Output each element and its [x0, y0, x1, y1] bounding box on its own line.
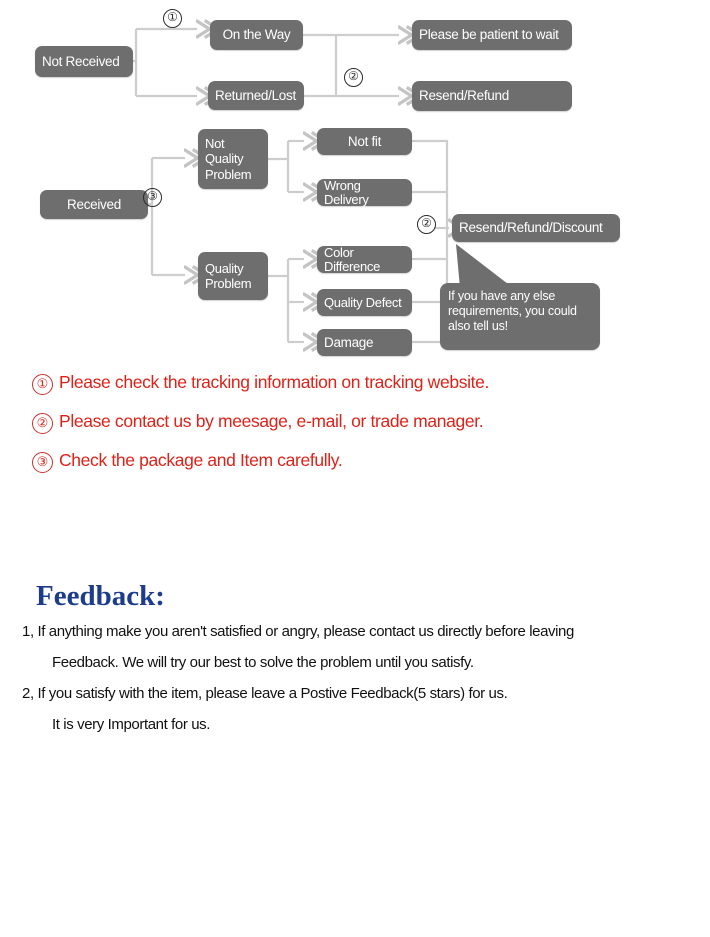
- node-quality-problem[interactable]: Quality Problem: [198, 252, 268, 300]
- feedback-section: Feedback: 1, If anything make you aren't…: [0, 580, 710, 747]
- feedback-line-2: Feedback. We will try our best to solve …: [52, 654, 474, 671]
- note-text-2: Please contact us by meesage, e-mail, or…: [59, 411, 484, 431]
- extra-requirements-bubble: If you have any else requirements, you c…: [440, 283, 600, 350]
- note-text-1: Please check the tracking information on…: [59, 372, 490, 392]
- step-marker-3: ③: [143, 188, 162, 207]
- node-color-difference[interactable]: Color Difference: [317, 246, 412, 273]
- feedback-line-3: 2, If you satisfy with the item, please …: [22, 685, 508, 702]
- note-number-2: ②: [32, 413, 53, 434]
- node-not-quality-problem[interactable]: Not Quality Problem: [198, 129, 268, 189]
- node-on-the-way[interactable]: On the Way: [210, 20, 303, 50]
- note-item: ③ Check the package and Item carefully.: [0, 450, 710, 473]
- step-marker-2-top: ②: [344, 68, 363, 87]
- flowchart: Not Received On the Way Returned/Lost Pl…: [0, 0, 710, 370]
- step-marker-2-bottom: ②: [417, 215, 436, 234]
- feedback-line-4: It is very Important for us.: [52, 716, 211, 733]
- feedback-title: Feedback:: [36, 580, 165, 612]
- node-resend-refund[interactable]: Resend/Refund: [412, 81, 572, 111]
- note-number-1: ①: [32, 374, 53, 395]
- node-received[interactable]: Received: [40, 190, 148, 219]
- note-item: ① Please check the tracking information …: [0, 372, 710, 395]
- note-item: ② Please contact us by meesage, e-mail, …: [0, 411, 710, 434]
- feedback-line-1: 1, If anything make you aren't satisfied…: [22, 623, 574, 640]
- node-damage[interactable]: Damage: [317, 329, 412, 356]
- numbered-notes: ① Please check the tracking information …: [0, 372, 710, 489]
- node-returned-lost[interactable]: Returned/Lost: [208, 81, 304, 110]
- step-marker-1: ①: [163, 9, 182, 28]
- node-wrong-delivery[interactable]: Wrong Delivery: [317, 179, 412, 206]
- node-not-received[interactable]: Not Received: [35, 46, 133, 77]
- node-not-fit[interactable]: Not fit: [317, 128, 412, 155]
- note-number-3: ③: [32, 452, 53, 473]
- note-text-3: Check the package and Item carefully.: [59, 450, 343, 470]
- node-please-be-patient-to-wait[interactable]: Please be patient to wait: [412, 20, 572, 50]
- node-quality-defect[interactable]: Quality Defect: [317, 289, 412, 316]
